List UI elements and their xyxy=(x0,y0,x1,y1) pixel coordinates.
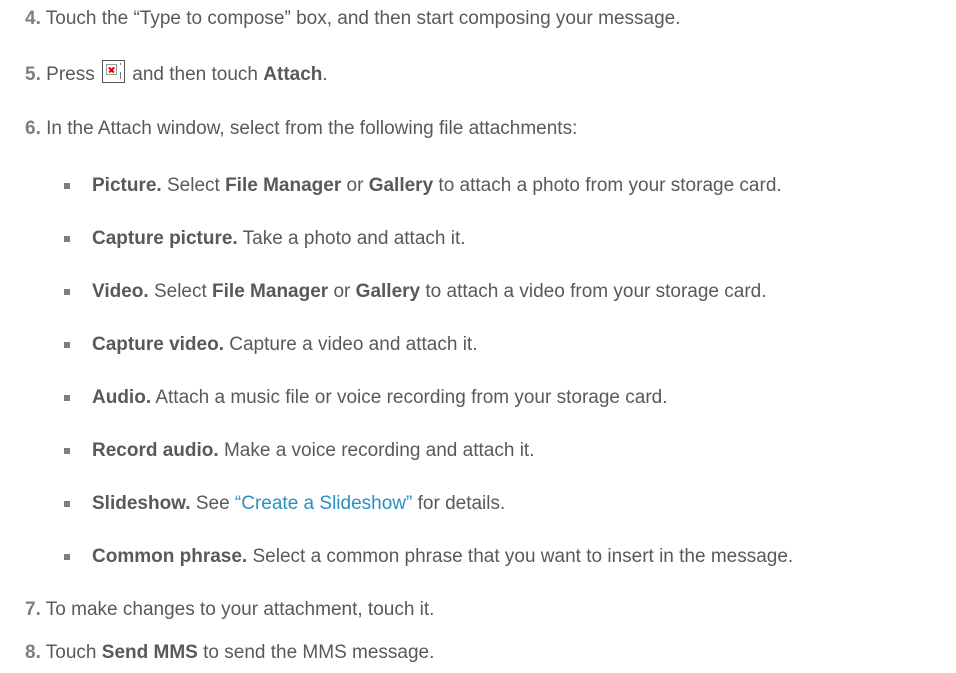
step-6: 6. In the Attach window, select from the… xyxy=(25,117,577,141)
list-item-common-phrase: Common phrase. Select a common phrase th… xyxy=(92,546,794,567)
menu-key-icon xyxy=(102,60,125,83)
list-item-video: Video. Select File Manager or Gallery to… xyxy=(92,281,767,302)
step-8: 8. Touch Send MMS to send the MMS messag… xyxy=(25,642,435,663)
step-text: Touch the “Type to compose” box, and the… xyxy=(45,8,681,29)
item-title: Video. xyxy=(92,281,149,302)
step-text-and-then: and then touch xyxy=(132,64,258,85)
step-5: 5. Press and then touch Attach. xyxy=(25,60,328,87)
item-title: Audio. xyxy=(92,387,152,408)
list-item-audio: Audio. Attach a music file or voice reco… xyxy=(92,387,668,408)
step-text: In the Attach window, select from the fo… xyxy=(46,118,578,139)
bullet-icon xyxy=(64,554,70,560)
step-text-press: Press xyxy=(46,64,95,85)
item-title: Picture. xyxy=(92,175,162,196)
step-4: 4. Touch the “Type to compose” box, and … xyxy=(25,7,681,31)
list-item-picture: Picture. Select File Manager or Gallery … xyxy=(92,175,782,196)
item-title: Capture video. xyxy=(92,334,224,355)
send-mms-label: Send MMS xyxy=(101,642,198,663)
step-number: 7. xyxy=(25,599,41,620)
bullet-icon xyxy=(64,501,70,507)
bullet-icon xyxy=(64,236,70,242)
step-number: 5. xyxy=(25,64,41,85)
create-slideshow-link[interactable]: “Create a Slideshow” xyxy=(235,493,412,514)
bullet-icon xyxy=(64,448,70,454)
list-item-capture-picture: Capture picture. Take a photo and attach… xyxy=(92,228,466,249)
item-title: Slideshow. xyxy=(92,493,191,514)
step-number: 4. xyxy=(25,8,41,29)
bullet-icon xyxy=(64,395,70,401)
step-number: 8. xyxy=(25,642,41,663)
step-7: 7. To make changes to your attachment, t… xyxy=(25,598,434,622)
bullet-icon xyxy=(64,342,70,348)
item-title: Record audio. xyxy=(92,440,219,461)
list-item-capture-video: Capture video. Capture a video and attac… xyxy=(92,334,478,355)
list-item-record-audio: Record audio. Make a voice recording and… xyxy=(92,440,535,461)
item-title: Common phrase. xyxy=(92,546,248,567)
bullet-icon xyxy=(64,183,70,189)
step-number: 6. xyxy=(25,118,41,139)
list-item-slideshow: Slideshow. See “Create a Slideshow” for … xyxy=(92,493,506,514)
attach-label: Attach xyxy=(263,64,323,85)
item-title: Capture picture. xyxy=(92,228,238,249)
step-text: To make changes to your attachment, touc… xyxy=(45,599,435,620)
bullet-icon xyxy=(64,289,70,295)
